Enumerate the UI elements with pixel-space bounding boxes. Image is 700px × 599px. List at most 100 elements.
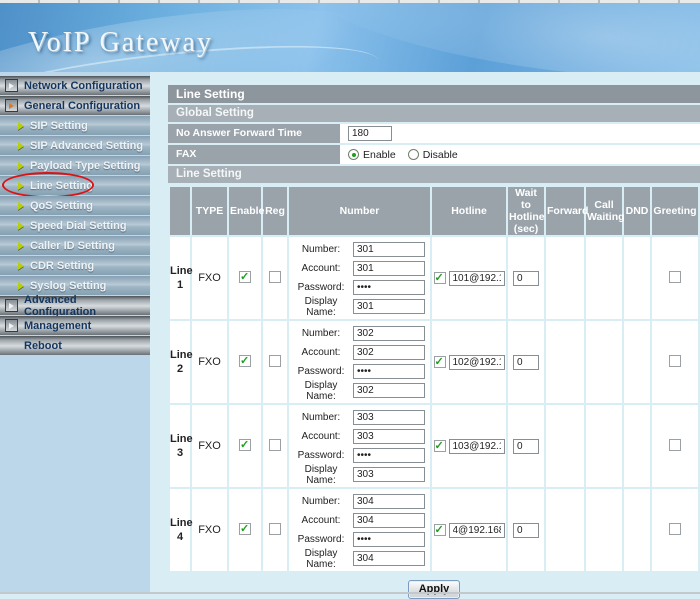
line-2-greeting-checkbox[interactable]: [669, 355, 681, 367]
line-4-hotline-input[interactable]: [449, 523, 505, 538]
line-1-password-input[interactable]: [353, 280, 425, 295]
sidebar-item-cdr-setting[interactable]: CDR Setting: [0, 256, 150, 275]
sidebar-item-payload-type-setting[interactable]: Payload Type Setting: [0, 156, 150, 175]
line-2-account-input[interactable]: [353, 345, 425, 360]
line-4-forward-cell: [546, 489, 584, 571]
triangle-bullet-icon: [18, 222, 24, 230]
line-1-reg-checkbox[interactable]: [269, 271, 281, 283]
no-answer-forward-time-label: No Answer Forward Time: [168, 124, 340, 143]
line-1-type: FXO: [192, 237, 227, 319]
line-3-label: Line 3: [170, 405, 190, 487]
line-1-display-name-input[interactable]: [353, 299, 425, 314]
fax-disable-radio[interactable]: [408, 149, 419, 160]
triangle-bullet-icon: [18, 202, 24, 210]
sidebar-item-speed-dial-setting[interactable]: Speed Dial Setting: [0, 216, 150, 235]
password-field-label: Password:: [289, 366, 353, 377]
arrow-box-icon: [5, 79, 18, 92]
line-3-wait-to-hotline-input[interactable]: [513, 439, 539, 454]
triangle-bullet-icon: [18, 242, 24, 250]
sidebar-item-sip-advanced-setting[interactable]: SIP Advanced Setting: [0, 136, 150, 155]
apply-button[interactable]: Apply: [408, 580, 460, 599]
col-header-call-waiting: Call Waiting: [586, 187, 622, 235]
line-4-password-input[interactable]: [353, 532, 425, 547]
sidebar-item-caller-id-setting[interactable]: Caller ID Setting: [0, 236, 150, 255]
line-2-reg-checkbox[interactable]: [269, 355, 281, 367]
display-name-field-label: Display Name:: [289, 548, 353, 570]
table-row-line-3: Line 3 FXO Number: Account: Password: Di…: [170, 405, 698, 487]
sidebar-item-line-setting[interactable]: Line Setting: [0, 176, 150, 195]
line-4-dnd-cell: [624, 489, 650, 571]
sidebar-item-sip-setting[interactable]: SIP Setting: [0, 116, 150, 135]
page-banner: VoIP Gateway: [0, 3, 700, 72]
fax-enable-label: Enable: [363, 149, 396, 161]
sidebar-item-advanced-configuration[interactable]: Advanced Configuration: [0, 296, 150, 315]
table-row-line-4: Line 4 FXO Number: Account: Password: Di…: [170, 489, 698, 571]
main-content: Line Setting Global Setting No Answer Fo…: [150, 72, 700, 594]
line-2-password-input[interactable]: [353, 364, 425, 379]
table-row-line-2: Line 2 FXO Number: Account: Password: Di…: [170, 321, 698, 403]
sidebar-item-qos-setting[interactable]: QoS Setting: [0, 196, 150, 215]
line-3-number-input[interactable]: [353, 410, 425, 425]
sidebar-item-management[interactable]: Management: [0, 316, 150, 335]
line-3-greeting-checkbox[interactable]: [669, 439, 681, 451]
line-1-call-waiting-cell: [586, 237, 622, 319]
sidebar-item-reboot[interactable]: Reboot: [0, 336, 150, 355]
line-4-enable-checkbox[interactable]: [239, 523, 251, 535]
line-2-enable-checkbox[interactable]: [239, 355, 251, 367]
fax-enable-radio[interactable]: [348, 149, 359, 160]
col-header-forward: Forward: [546, 187, 584, 235]
line-1-hotline-checkbox[interactable]: [434, 272, 446, 284]
line-4-greeting-checkbox[interactable]: [669, 523, 681, 535]
account-field-label: Account:: [289, 263, 353, 274]
line-1-number-input[interactable]: [353, 242, 425, 257]
number-field-label: Number:: [289, 496, 353, 507]
sidebar-item-syslog-setting[interactable]: Syslog Setting: [0, 276, 150, 295]
account-field-label: Account:: [289, 347, 353, 358]
line-2-hotline-input[interactable]: [449, 355, 505, 370]
line-4-account-input[interactable]: [353, 513, 425, 528]
display-name-field-label: Display Name:: [289, 380, 353, 402]
panel-title: Line Setting: [168, 85, 700, 103]
line-2-hotline-checkbox[interactable]: [434, 356, 446, 368]
sidebar-item-network-configuration[interactable]: Network Configuration: [0, 76, 150, 95]
line-3-enable-checkbox[interactable]: [239, 439, 251, 451]
display-name-field-label: Display Name:: [289, 464, 353, 486]
line-4-reg-checkbox[interactable]: [269, 523, 281, 535]
no-answer-forward-time-input[interactable]: [348, 126, 392, 141]
password-field-label: Password:: [289, 450, 353, 461]
line-2-display-name-input[interactable]: [353, 383, 425, 398]
line-3-hotline-checkbox[interactable]: [434, 440, 446, 452]
line-1-account-input[interactable]: [353, 261, 425, 276]
line-2-dnd-cell: [624, 321, 650, 403]
triangle-bullet-icon: [18, 142, 24, 150]
line-2-wait-to-hotline-input[interactable]: [513, 355, 539, 370]
line-3-reg-checkbox[interactable]: [269, 439, 281, 451]
line-3-display-name-input[interactable]: [353, 467, 425, 482]
line-1-greeting-checkbox[interactable]: [669, 271, 681, 283]
col-header-wait-to-hotline: Wait to Hotline (sec): [508, 187, 544, 235]
line-3-hotline-input[interactable]: [449, 439, 505, 454]
line-1-label: Line 1: [170, 237, 190, 319]
number-field-label: Number:: [289, 412, 353, 423]
line-4-wait-to-hotline-input[interactable]: [513, 523, 539, 538]
sidebar-item-general-configuration[interactable]: General Configuration: [0, 96, 150, 115]
line-3-dnd-cell: [624, 405, 650, 487]
line-3-account-input[interactable]: [353, 429, 425, 444]
sidebar-nav: Network Configuration General Configurat…: [0, 72, 150, 594]
triangle-bullet-icon: [18, 182, 24, 190]
account-field-label: Account:: [289, 431, 353, 442]
fax-label: FAX: [168, 145, 340, 164]
global-setting-section-header: Global Setting: [168, 105, 700, 122]
line-4-hotline-checkbox[interactable]: [434, 524, 446, 536]
fax-disable-label: Disable: [423, 149, 458, 161]
line-4-type: FXO: [192, 489, 227, 571]
line-1-enable-checkbox[interactable]: [239, 271, 251, 283]
line-1-wait-to-hotline-input[interactable]: [513, 271, 539, 286]
arrow-box-icon: [5, 319, 18, 332]
line-4-number-input[interactable]: [353, 494, 425, 509]
line-2-number-input[interactable]: [353, 326, 425, 341]
line-1-hotline-input[interactable]: [449, 271, 505, 286]
display-name-field-label: Display Name:: [289, 296, 353, 318]
line-3-password-input[interactable]: [353, 448, 425, 463]
line-4-display-name-input[interactable]: [353, 551, 425, 566]
